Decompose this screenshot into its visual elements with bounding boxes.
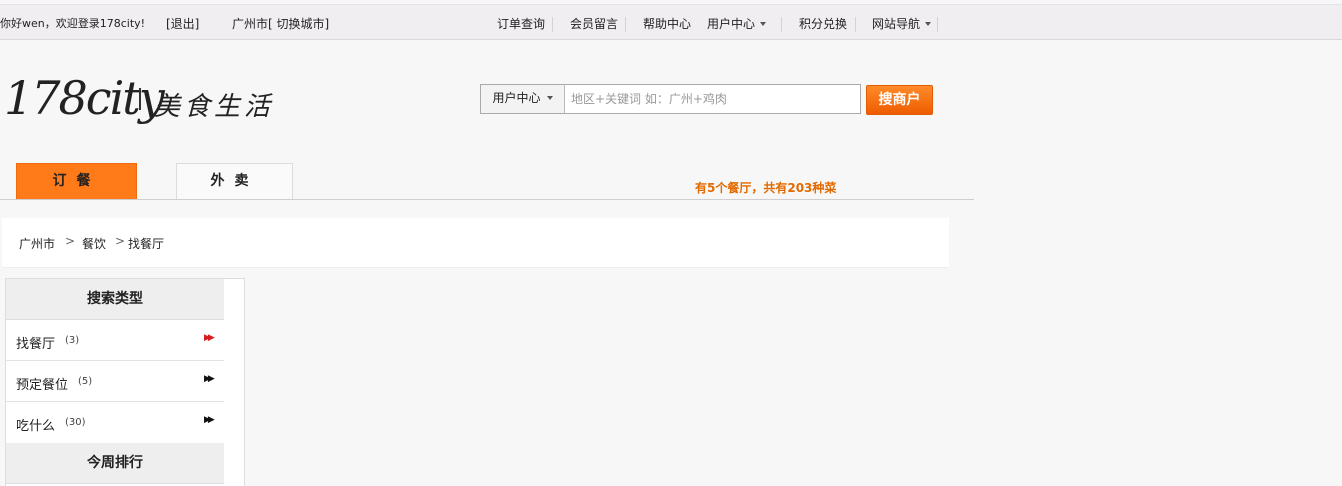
double-arrow-right-icon: ▶▶ — [204, 333, 215, 343]
breadcrumb-current: 找餐厅 — [128, 237, 165, 251]
search-type-dropdown[interactable]: 用户中心 — [481, 85, 565, 113]
breadcrumb-separator: > — [65, 234, 76, 248]
sidebar-item-find-restaurant[interactable]: 找餐厅 (3) ▶▶ — [6, 320, 224, 361]
chevron-down-icon — [925, 21, 932, 26]
sidebar-item-reserve-seat[interactable]: 预定餐位 (5) ▶▶ — [6, 361, 224, 402]
divider — [855, 17, 856, 32]
chevron-down-icon — [546, 95, 553, 100]
breadcrumb: 广州市 > 餐饮 > 找餐厅 — [2, 218, 949, 268]
double-arrow-right-icon: ▶▶ — [204, 374, 215, 384]
site-nav-label: 网站导航 — [872, 17, 921, 31]
member-message-link[interactable]: 会员留言 — [570, 15, 618, 32]
breadcrumb-city[interactable]: 广州市 — [19, 235, 55, 252]
sidebar: 搜索类型 找餐厅 (3) ▶▶ 预定餐位 (5) ▶▶ 吃什么 (30) ▶▶ … — [5, 278, 245, 486]
sidebar-item-label: 找餐厅 — [16, 337, 56, 352]
help-center-link[interactable]: 帮助中心 — [643, 15, 691, 32]
logout-link[interactable]: [退出] — [166, 15, 199, 32]
user-center-menu[interactable]: 用户中心 — [707, 15, 767, 32]
tab-order[interactable]: 订餐 — [16, 163, 137, 200]
weekly-ranking-heading: 今周排行 — [6, 443, 224, 484]
user-center-label: 用户中心 — [707, 17, 756, 31]
logo-tagline: 美食生活 — [154, 92, 275, 122]
search-input[interactable] — [567, 87, 857, 111]
points-exchange-link[interactable]: 积分兑换 — [799, 15, 847, 32]
divider — [552, 17, 553, 32]
search-type-label: 用户中心 — [492, 91, 541, 105]
switch-city-link[interactable]: 广州市[ 切换城市] — [232, 15, 329, 32]
greeting-text: 你好wen，欢迎登录178city! — [0, 17, 146, 30]
tab-takeout[interactable]: 外卖 — [176, 163, 293, 200]
sidebar-item-label: 预定餐位 — [16, 378, 69, 393]
sidebar-item-count: (30) — [65, 417, 86, 428]
double-arrow-right-icon: ▶▶ — [204, 415, 215, 425]
search-bar: 用户中心 — [480, 84, 861, 114]
sidebar-item-count: (3) — [65, 335, 80, 346]
top-bar: 你好wen，欢迎登录178city! [退出] 广州市[ 切换城市] 订单查询 … — [0, 4, 1342, 40]
divider — [937, 17, 938, 32]
search-type-heading: 搜索类型 — [6, 279, 224, 320]
breadcrumb-category[interactable]: 餐饮 — [82, 235, 106, 252]
restaurant-stats: 有5个餐厅，共有203种菜 — [695, 181, 837, 195]
order-query-link[interactable]: 订单查询 — [497, 15, 545, 32]
tabs-underline — [0, 199, 974, 200]
divider — [781, 17, 782, 32]
breadcrumb-separator: > — [115, 234, 126, 248]
chevron-down-icon — [760, 21, 767, 26]
sidebar-item-label: 吃什么 — [16, 419, 56, 434]
sidebar-item-what-to-eat[interactable]: 吃什么 (30) ▶▶ — [6, 402, 224, 443]
sidebar-item-count: (5) — [78, 376, 93, 387]
search-button[interactable]: 搜商户 — [866, 85, 933, 115]
site-nav-menu[interactable]: 网站导航 — [872, 15, 932, 32]
logo-divider — [139, 88, 141, 110]
divider — [625, 17, 626, 32]
